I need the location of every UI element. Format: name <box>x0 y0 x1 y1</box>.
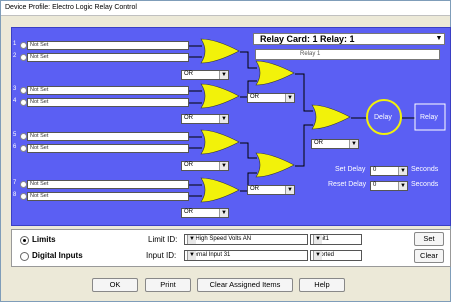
gate-select-5[interactable]: OR ▼ <box>247 93 295 103</box>
chevron-down-icon: ▼ <box>187 251 196 260</box>
relay-card-select[interactable]: Relay Card: 1 Relay: 1 ▼ <box>253 33 445 45</box>
chevron-down-icon: ▼ <box>219 115 228 123</box>
chevron-down-icon: ▼ <box>219 162 228 170</box>
gate-select-value: OR <box>184 115 193 121</box>
gate-select-3[interactable]: OR ▼ <box>181 161 229 171</box>
relay-name-field[interactable]: Relay 1 <box>255 49 440 60</box>
limit-id-value: 01:High Speed Volts AN <box>187 236 252 242</box>
or-gate-icon <box>255 60 295 86</box>
gate-select-value: OR <box>250 94 259 100</box>
chevron-down-icon: ▼ <box>285 186 294 194</box>
chevron-down-icon: ▼ <box>187 235 196 244</box>
chevron-down-icon: ▼ <box>219 209 228 217</box>
relay-card-label: Relay Card: 1 Relay: 1 <box>260 34 355 44</box>
reset-delay-select[interactable]: 0 ▼ <box>370 181 408 191</box>
relay-name-value: Relay 1 <box>300 51 321 57</box>
or-gate-icon <box>200 38 240 64</box>
gate-select-value: OR <box>250 186 259 192</box>
gate-select-value: OR <box>184 71 193 77</box>
set-delay-label: Set Delay <box>335 166 366 173</box>
limit-select[interactable]: Limit1▼ <box>310 234 362 245</box>
chevron-down-icon: ▼ <box>313 235 322 244</box>
set-delay-select[interactable]: 0 ▼ <box>370 166 408 176</box>
gate-select-2[interactable]: OR ▼ <box>181 114 229 124</box>
chevron-down-icon: ▼ <box>219 71 228 79</box>
or-gate-icon <box>200 83 240 109</box>
relay-node-label: Relay <box>420 114 438 121</box>
or-gate-icon <box>255 152 295 178</box>
state-select[interactable]: Shorted ▼ <box>310 250 362 261</box>
clear-assigned-items-button[interactable]: Clear Assigned Items <box>197 278 293 292</box>
dialog-window: Device Profile: Electro Logic Relay Cont… <box>0 0 451 302</box>
chevron-down-icon: ▼ <box>313 251 322 260</box>
title-bar: Device Profile: Electro Logic Relay Cont… <box>1 1 450 16</box>
digital-inputs-radio[interactable] <box>20 252 29 261</box>
input-id-label: Input ID: <box>146 251 177 260</box>
ok-button[interactable]: OK <box>92 278 138 292</box>
gate-select-6[interactable]: OR ▼ <box>247 185 295 195</box>
clear-button[interactable]: Clear <box>414 249 444 263</box>
seconds-label: Seconds <box>411 166 439 173</box>
gate-select-value: OR <box>184 162 193 168</box>
gate-select-value: OR <box>184 209 193 215</box>
limits-label: Limits <box>32 235 56 244</box>
window-title: Device Profile: Electro Logic Relay Cont… <box>5 4 137 11</box>
or-gate-icon <box>200 177 240 203</box>
digital-inputs-label: Digital Inputs <box>32 251 83 260</box>
chevron-down-icon: ▼ <box>398 182 407 190</box>
input-id-select[interactable]: Internal Input 31 ▼ <box>184 250 308 261</box>
chevron-down-icon: ▼ <box>349 140 358 148</box>
source-panel: Limits Limit ID: 01:High Speed Volts AN ▼… <box>11 229 451 267</box>
set-delay-value: 0 <box>373 167 377 173</box>
limit-id-label: Limit ID: <box>148 235 178 244</box>
gate-select-7[interactable]: OR ▼ <box>311 139 359 149</box>
limit-id-select[interactable]: 01:High Speed Volts AN ▼ <box>184 234 308 245</box>
print-button[interactable]: Print <box>145 278 191 292</box>
or-gate-icon <box>311 104 351 130</box>
or-gate-icon <box>200 129 240 155</box>
gate-select-1[interactable]: OR ▼ <box>181 70 229 80</box>
gate-select-4[interactable]: OR ▼ <box>181 208 229 218</box>
help-button[interactable]: Help <box>299 278 345 292</box>
gate-select-value: OR <box>314 140 323 146</box>
reset-delay-value: 0 <box>373 182 377 188</box>
chevron-down-icon: ▼ <box>398 167 407 175</box>
set-button[interactable]: Set <box>414 232 444 246</box>
chevron-down-icon: ▼ <box>285 94 294 102</box>
reset-delay-label: Reset Delay <box>328 181 367 188</box>
delay-node-label: Delay <box>374 114 392 121</box>
chevron-down-icon: ▼ <box>435 35 443 42</box>
seconds-label: Seconds <box>411 181 439 188</box>
limits-radio[interactable] <box>20 236 29 245</box>
